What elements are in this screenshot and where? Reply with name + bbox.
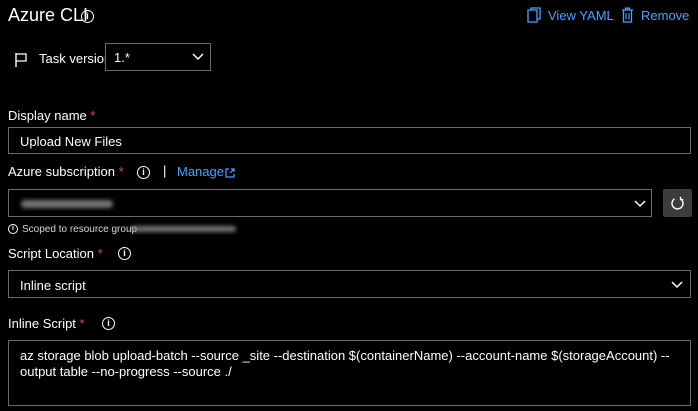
refresh-icon: [671, 196, 684, 210]
chevron-down-icon: [671, 281, 683, 289]
inline-script-label-text: Inline Script: [8, 316, 76, 331]
view-yaml-button[interactable]: View YAML: [548, 8, 614, 23]
info-icon[interactable]: i: [81, 10, 94, 23]
view-yaml-icon[interactable]: [527, 7, 541, 28]
inline-script-textarea[interactable]: az storage blob upload-batch --source _s…: [8, 340, 691, 406]
chevron-down-icon: [634, 200, 646, 208]
refresh-button[interactable]: [663, 189, 692, 217]
azure-subscription-select[interactable]: [8, 189, 652, 217]
task-version-value: 1.*: [114, 50, 130, 65]
redacted-subscription: [21, 200, 113, 208]
azure-subscription-label: Azure subscription *: [8, 164, 124, 179]
required-marker: *: [118, 164, 124, 179]
manage-link[interactable]: Manage: [177, 164, 224, 179]
trash-icon[interactable]: [621, 7, 634, 28]
required-marker: *: [97, 246, 103, 261]
info-icon[interactable]: i: [118, 247, 131, 260]
inline-script-value: az storage blob upload-batch --source _s…: [20, 348, 670, 379]
required-marker: *: [79, 316, 85, 331]
info-icon: i: [8, 224, 18, 234]
required-marker: *: [90, 108, 96, 123]
info-icon[interactable]: i: [102, 317, 115, 330]
remove-button[interactable]: Remove: [641, 8, 689, 23]
azure-subscription-label-text: Azure subscription: [8, 164, 115, 179]
script-location-label-text: Script Location: [8, 246, 94, 261]
redacted-resource-group: [130, 226, 236, 232]
info-icon[interactable]: i: [137, 166, 150, 179]
external-link-icon[interactable]: [225, 165, 235, 183]
scoped-text: Scoped to resource group: [22, 224, 138, 235]
separator: |: [163, 163, 167, 178]
display-name-label-text: Display name: [8, 108, 87, 123]
script-location-select[interactable]: Inline script: [8, 270, 691, 298]
chevron-down-icon: [192, 53, 204, 61]
display-name-input[interactable]: Upload New Files: [8, 127, 691, 154]
inline-script-label: Inline Script *: [8, 316, 85, 331]
display-name-label: Display name *: [8, 108, 95, 123]
script-location-label: Script Location *: [8, 246, 103, 261]
task-version-select[interactable]: 1.*: [105, 43, 211, 71]
script-location-value: Inline script: [20, 278, 86, 293]
page-title: Azure CLI: [8, 5, 89, 25]
flag-icon: [14, 52, 28, 73]
display-name-value: Upload New Files: [20, 134, 122, 149]
task-version-label: Task version: [39, 51, 112, 66]
